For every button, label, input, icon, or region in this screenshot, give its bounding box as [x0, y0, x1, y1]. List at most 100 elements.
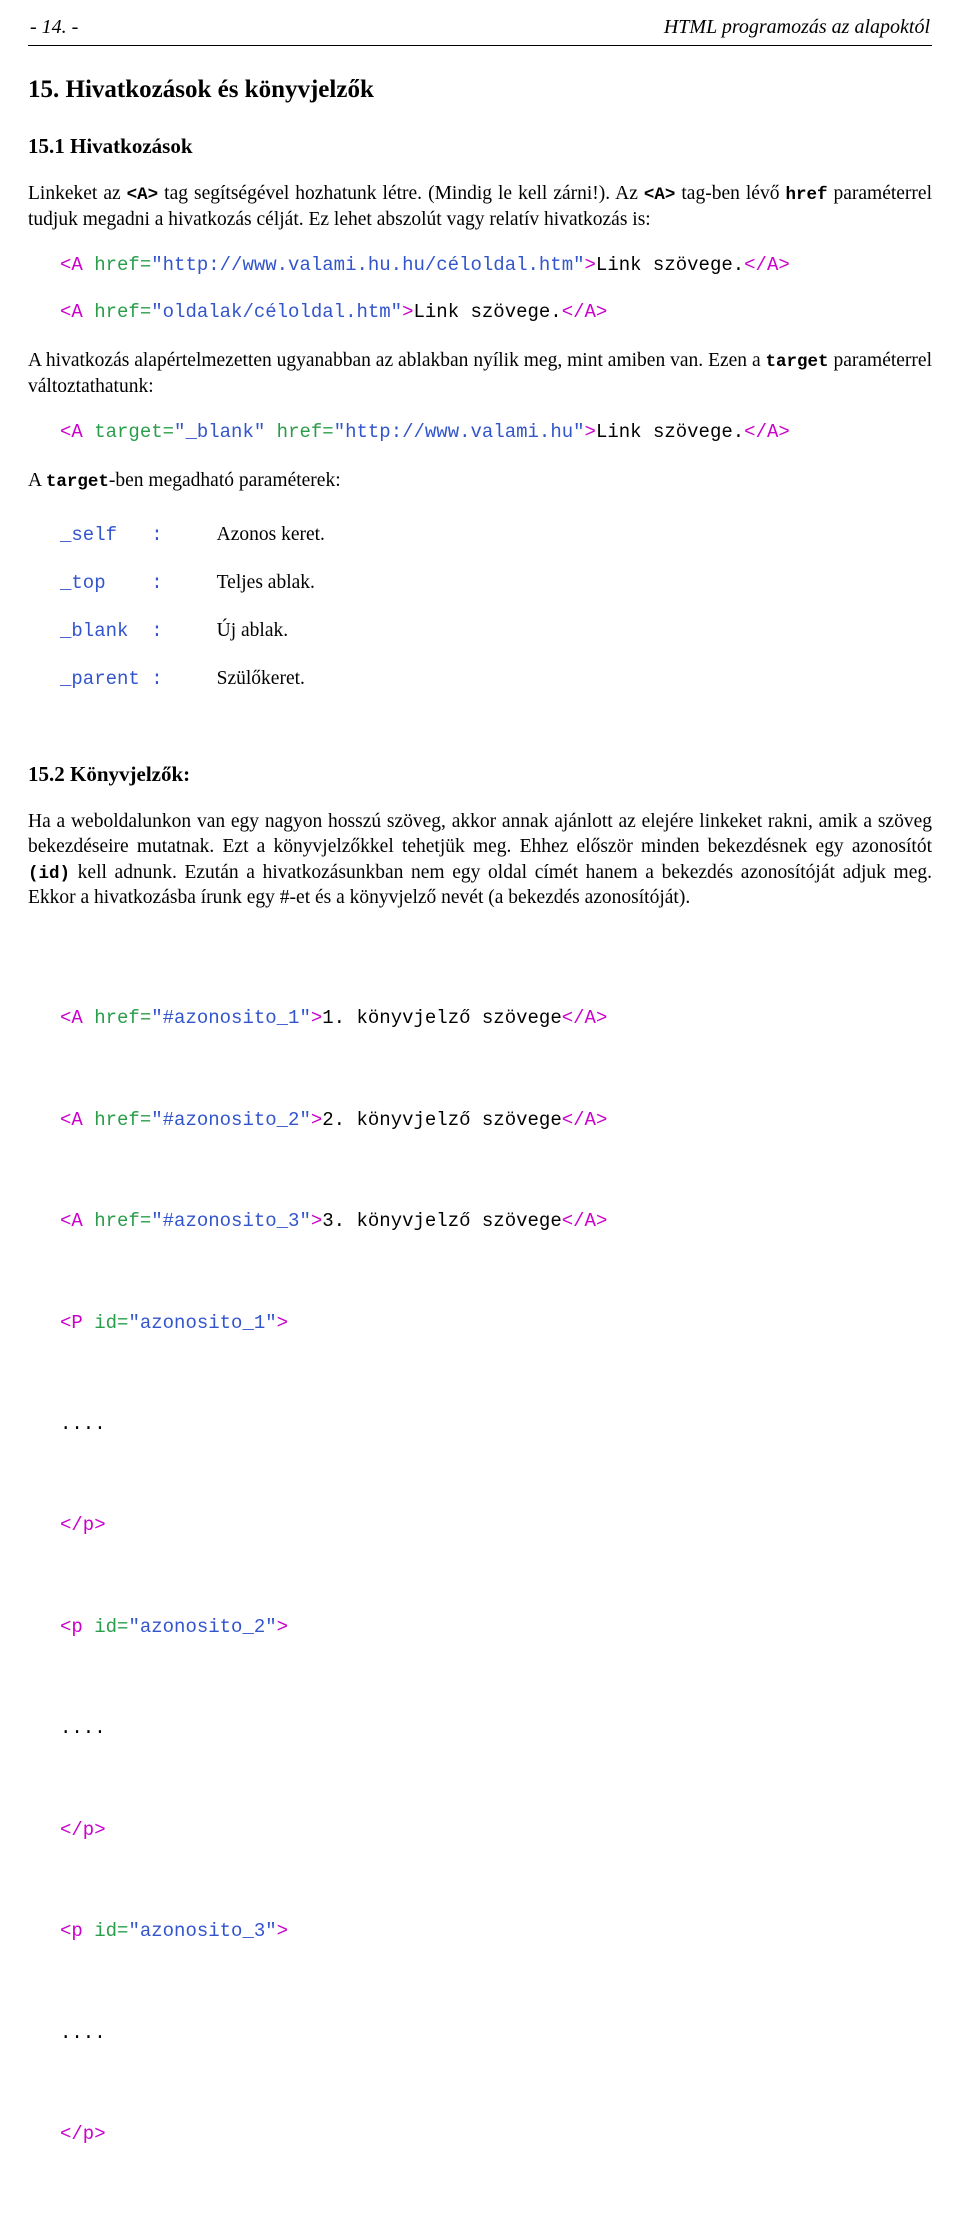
listing-line: ....	[60, 2017, 932, 2051]
inline-code-href: href	[785, 185, 828, 205]
chapter-title: 15. Hivatkozások és könyvjelzők	[28, 76, 374, 103]
listing-line: <A href="#azonosito_1">1. könyvjelző szö…	[60, 1002, 932, 1036]
code-tag-close: </p>	[60, 1818, 106, 1841]
code-gt: >	[310, 1108, 323, 1131]
book-title: HTML programozás az alapoktól	[663, 16, 930, 38]
param-value: Szülőkeret.	[216, 667, 305, 689]
code-value: "#azonosito_3"	[151, 1210, 311, 1233]
code-tag-close: </A>	[744, 254, 790, 277]
listing-line: ....	[60, 1712, 932, 1746]
code-tag-open: <p	[60, 1615, 95, 1638]
code-tag-open: <A	[60, 301, 95, 324]
code-link-text: Link szövege.	[595, 254, 745, 277]
code-block-target-link: <A target="_blank" href="http://www.vala…	[60, 419, 932, 446]
bookmarks-paragraph: Ha a weboldalunkon van egy nagyon hosszú…	[28, 809, 932, 911]
document-page: - 14. - HTML programozás az alapoktól 15…	[0, 0, 960, 2220]
bookmarks-text-a: Ha a weboldalunkon van egy nagyon hosszú…	[28, 810, 932, 858]
code-attr: href=	[94, 1210, 152, 1233]
code-link-text: Link szövege.	[595, 421, 745, 444]
listing-line: ....	[60, 1408, 932, 1442]
code-gt: >	[584, 421, 596, 444]
code-attr-target: target=	[94, 421, 175, 444]
inline-code-target-1: target	[765, 352, 829, 373]
code-tag-open: <p	[60, 1920, 95, 1943]
listing-line: <p id="azonosito_3">	[60, 1915, 932, 1949]
inline-code-a-tag-1: <A>	[126, 185, 159, 205]
table-row: _blank : Új ablak.	[60, 620, 325, 668]
code-ellipsis: ....	[60, 1717, 106, 1740]
intro-text-d: tag-ben lévő	[675, 183, 786, 204]
code-value: "azonosito_2"	[128, 1615, 277, 1638]
table-row: _parent : Szülőkeret.	[60, 668, 325, 716]
listing-line: </p>	[60, 1509, 932, 1543]
listing-line: <p id="azonosito_2">	[60, 1611, 932, 1645]
param-value: Új ablak.	[216, 619, 289, 641]
code-text: 2. könyvjelző szövege	[322, 1108, 562, 1131]
bookmark-code-listing: <A href="#azonosito_1">1. könyvjelző szö…	[60, 935, 932, 2220]
code-value: "#azonosito_1"	[151, 1007, 311, 1030]
intro-text-c: . Az	[605, 183, 644, 204]
code-text: 1. könyvjelző szövege	[322, 1007, 562, 1030]
inline-code-id: (id)	[28, 863, 71, 884]
code-link-text: Link szövege.	[413, 301, 562, 324]
inline-code-a-tag-2: <A>	[643, 185, 676, 205]
listing-line: <P id="azonosito_1">	[60, 1307, 932, 1341]
code-tag-open: <A	[60, 254, 95, 277]
page-marker: - 14. -	[30, 16, 79, 38]
code-tag-close: </p>	[60, 2123, 106, 2146]
table-row: _top : Teljes ablak.	[60, 572, 325, 620]
inline-code-target-2: target	[45, 472, 109, 493]
bookmarks-text-b: kell adnunk. Ezután a hivatkozásunkban n…	[28, 861, 932, 909]
table-row: _self : Azonos keret.	[60, 524, 325, 572]
listing-line: </p>	[60, 1814, 932, 1848]
code-attr: id=	[94, 1311, 129, 1334]
intro-paragraph: Linkeket az <A> tag segítségével hozhatu…	[28, 181, 932, 232]
code-attr-href: href=	[94, 254, 152, 277]
code-gt: >	[310, 1210, 323, 1233]
target-params-intro: A target-ben megadható paraméterek:	[28, 468, 932, 494]
param-key: _self :	[60, 523, 163, 546]
code-block-absolute-link: <A href="http://www.valami.hu.hu/célolda…	[60, 252, 932, 279]
code-attr-href: href=	[94, 301, 152, 324]
code-tag-open: <P	[60, 1311, 95, 1334]
code-tag-close: </A>	[561, 1108, 608, 1131]
code-ellipsis: ....	[60, 2021, 106, 2044]
code-tag-open: <A	[60, 421, 95, 444]
param-key: _top :	[60, 571, 163, 594]
code-value: "azonosito_3"	[128, 1920, 277, 1943]
code-gt: >	[276, 1920, 289, 1943]
code-tag-close: </A>	[561, 301, 608, 324]
code-gt: >	[584, 254, 596, 277]
intro-text-b: tag segítségével hozhatunk létre. (Mindi…	[158, 183, 606, 204]
code-gt: >	[402, 301, 414, 324]
code-tag-close: </p>	[60, 1514, 106, 1537]
intro-text-a: Linkeket az	[28, 183, 127, 204]
listing-line: </p>	[60, 2118, 932, 2152]
code-block-relative-link: <A href="oldalak/céloldal.htm">Link szöv…	[60, 299, 932, 326]
code-gt: >	[310, 1007, 323, 1030]
param-key: _parent :	[60, 667, 163, 690]
target-params-text-a: A	[28, 470, 46, 492]
param-value: Azonos keret.	[216, 523, 325, 545]
code-attr-value: "http://www.valami.hu.hu/céloldal.htm"	[151, 254, 585, 277]
code-attr-value: "oldalak/céloldal.htm"	[151, 301, 403, 324]
param-value: Teljes ablak.	[216, 571, 315, 593]
code-attr-href-value: "http://www.valami.hu"	[333, 421, 585, 444]
code-attr: id=	[94, 1920, 129, 1943]
code-tag-close: </A>	[744, 421, 790, 444]
target-params-text-b: -ben megadható paraméterek:	[108, 470, 341, 492]
section-1-title: 15.1 Hivatkozások	[28, 134, 193, 158]
code-attr: id=	[94, 1615, 129, 1638]
code-tag-open: <A	[60, 1108, 95, 1131]
code-ellipsis: ....	[60, 1413, 106, 1435]
target-parameters-table: _self : Azonos keret. _top : Teljes abla…	[60, 524, 325, 716]
code-gt: >	[276, 1311, 289, 1334]
code-tag-open: <A	[60, 1210, 95, 1233]
param-key: _blank :	[60, 619, 163, 642]
code-tag-close: </A>	[561, 1210, 608, 1233]
code-text: 3. könyvjelző szövege	[322, 1210, 562, 1233]
listing-line: <A href="#azonosito_3">3. könyvjelző szö…	[60, 1205, 932, 1239]
running-header: - 14. - HTML programozás az alapoktól	[28, 16, 932, 46]
code-tag-open: <A	[60, 1007, 95, 1030]
code-attr-target-value: "_blank"	[174, 421, 277, 444]
